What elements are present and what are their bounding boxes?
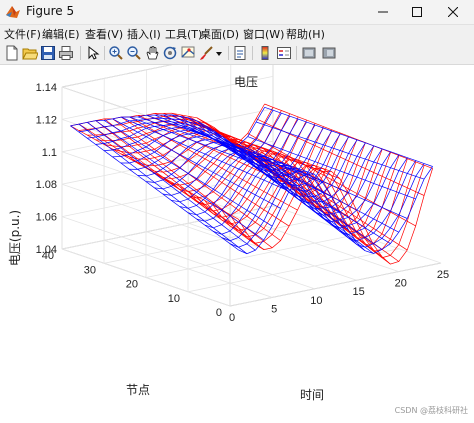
dropdown-arrow-icon[interactable]	[214, 45, 224, 61]
maximize-button[interactable]	[400, 0, 434, 24]
zoom-out-icon[interactable]	[126, 45, 142, 61]
link-plot-icon[interactable]	[232, 45, 248, 61]
menu-window[interactable]: 窗口(W)	[243, 26, 284, 42]
y-tick-label: 30	[84, 264, 96, 276]
z-tick-label: 1.1	[42, 147, 57, 159]
x-tick-label: 10	[310, 295, 322, 307]
select-arrow-icon[interactable]	[85, 45, 101, 61]
brush-icon[interactable]	[198, 45, 214, 61]
data-cursor-icon[interactable]	[180, 45, 196, 61]
axes-box	[61, 43, 442, 307]
grid-lines	[61, 43, 442, 307]
z-tick-label: 1.14	[36, 82, 57, 94]
menu-desktop[interactable]: 桌面(D)	[200, 26, 239, 42]
mesh-surfaces	[70, 103, 433, 265]
menu-help[interactable]: 帮助(H)	[286, 26, 325, 42]
open-file-icon[interactable]	[22, 45, 38, 61]
menu-tools[interactable]: 工具(T)	[165, 26, 202, 42]
x-tick-label: 15	[352, 286, 364, 298]
figure-canvas: 1.04 1.06 1.08 1.1 1.12 1.14 0 5 10 15 20 25 0 10 20 30…	[0, 43, 474, 419]
z-tick-label: 1.12	[36, 114, 57, 126]
surface-chart[interactable]: 1.041.061.081.11.121.1405101520250102030…	[0, 43, 474, 419]
x-tick-label: 20	[395, 278, 407, 290]
rotate-3d-icon[interactable]	[162, 45, 178, 61]
z-tick-label: 1.06	[36, 212, 57, 224]
insert-colorbar-icon[interactable]	[257, 45, 273, 61]
maximize-icon	[412, 7, 422, 17]
close-button[interactable]	[436, 0, 470, 24]
y-tick-label: 0	[216, 307, 222, 319]
menu-bar: 文件(F) 编辑(E) 查看(V) 插入(I) 工具(T) 桌面(D) 窗口(W…	[0, 25, 474, 42]
z-tick-label: 1.08	[36, 179, 57, 191]
x-axis-label: 时间	[300, 388, 324, 402]
minimize-icon	[378, 11, 388, 13]
x-tick-label: 25	[437, 269, 449, 281]
y-tick-label: 10	[168, 293, 180, 305]
toolbar-separator	[252, 46, 253, 60]
x-tick-label: 5	[271, 303, 277, 315]
title-bar: Figure 5	[0, 0, 474, 25]
watermark-text: CSDN @荔枝科研社	[394, 406, 468, 415]
y-axis-label: 节点	[126, 383, 150, 397]
y-tick-label: 40	[42, 250, 54, 262]
window-title: Figure 5	[26, 4, 75, 18]
x-tick-label: 0	[229, 312, 235, 324]
figure-window: Figure 5 文件(F) 编辑(E) 查看(V) 插入(I) 工具(T) 桌…	[0, 0, 474, 419]
new-figure-icon[interactable]	[4, 45, 20, 61]
figure-toolbar	[0, 42, 474, 65]
y-tick-label: 20	[126, 279, 138, 291]
chart-title: 电压	[234, 75, 258, 89]
grid-line	[229, 262, 442, 307]
insert-legend-icon[interactable]	[276, 45, 292, 61]
toolbar-separator	[80, 46, 81, 60]
menu-view[interactable]: 查看(V)	[85, 26, 123, 42]
zoom-in-icon[interactable]	[108, 45, 124, 61]
matlab-app-icon	[6, 6, 20, 18]
z-axis-label: 电压(p.u.)	[8, 210, 22, 266]
toolbar-separator	[104, 46, 105, 60]
print-icon[interactable]	[58, 45, 74, 61]
menu-file[interactable]: 文件(F)	[4, 26, 41, 42]
minimize-button[interactable]	[366, 0, 400, 24]
hide-plot-tools-icon[interactable]	[301, 45, 317, 61]
save-icon[interactable]	[40, 45, 56, 61]
toolbar-separator	[296, 46, 297, 60]
toolbar-separator	[228, 46, 229, 60]
menu-insert[interactable]: 插入(I)	[127, 26, 161, 42]
show-plot-tools-icon[interactable]	[321, 45, 337, 61]
pan-icon[interactable]	[144, 45, 160, 61]
tick-labels: 1.041.061.081.11.121.1405101520250102030…	[36, 82, 450, 324]
close-icon	[448, 7, 458, 17]
menu-edit[interactable]: 编辑(E)	[42, 26, 80, 42]
